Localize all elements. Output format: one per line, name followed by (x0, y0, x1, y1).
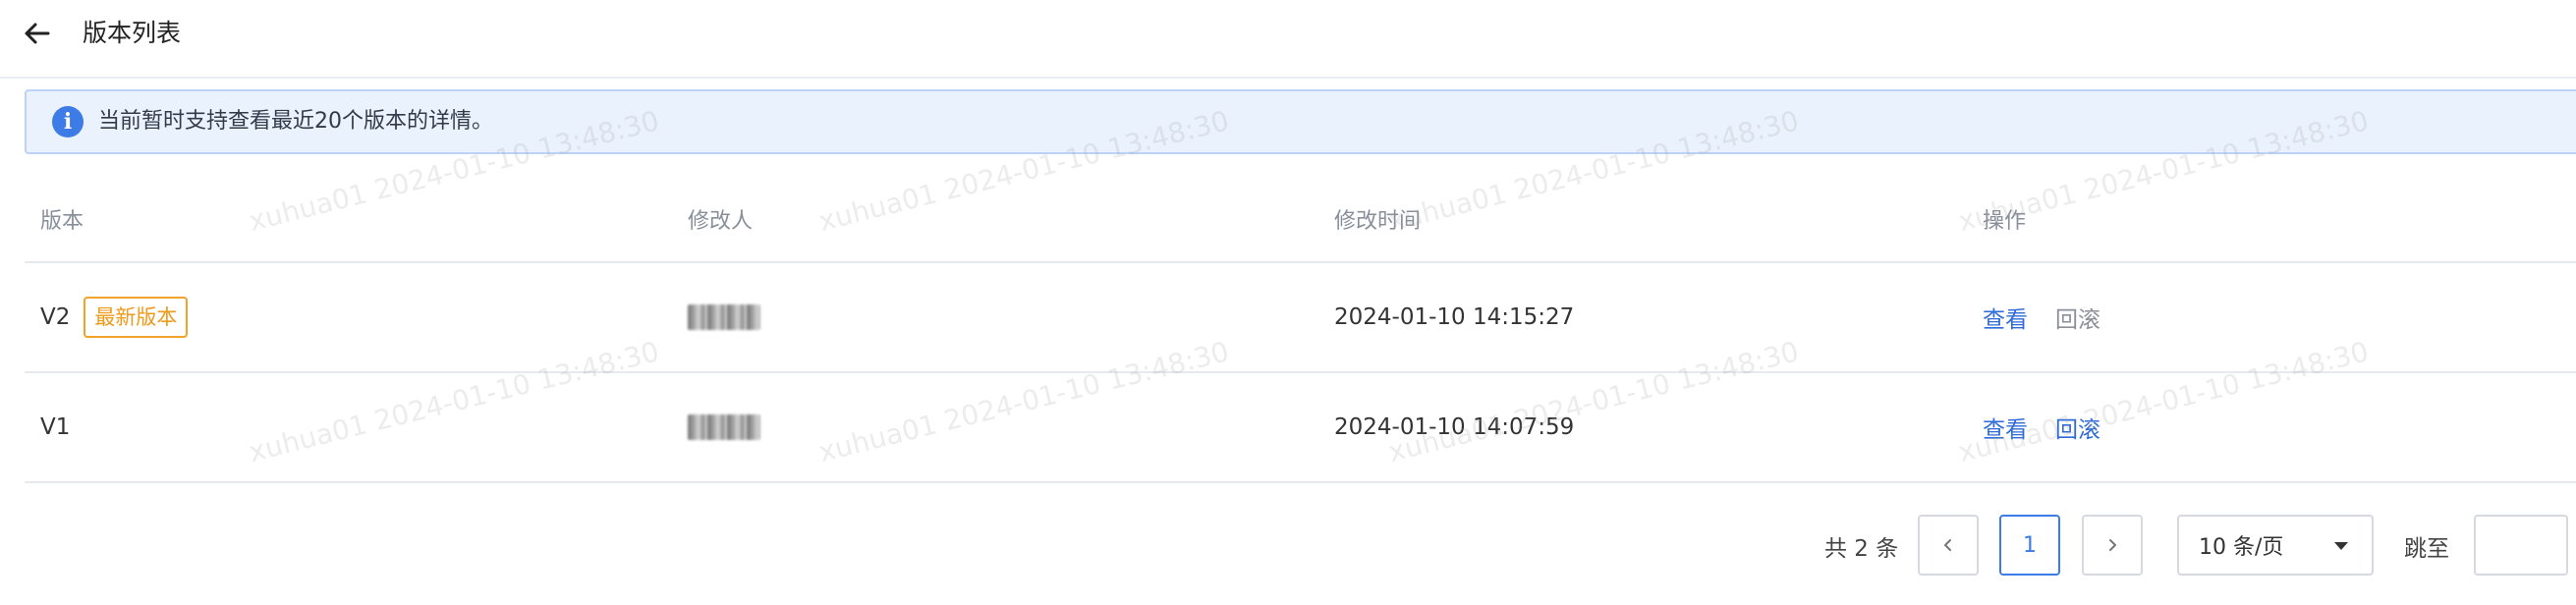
info-alert: i 当前暂时支持查看最近20个版本的详情。 (25, 89, 2576, 154)
column-header-modified-time: 修改时间 (1334, 209, 1422, 234)
jump-label: 跳至 (2404, 536, 2449, 562)
page-number-button[interactable]: 1 (1999, 515, 2060, 576)
next-page-button[interactable] (2082, 515, 2143, 576)
prev-page-button[interactable] (1918, 515, 1979, 576)
info-icon: i (52, 106, 84, 138)
rollback-button: 回滚 (2055, 307, 2100, 333)
redacted-modifier-name (688, 414, 760, 440)
modifier-cell (688, 263, 760, 371)
pagination: 共 2 条 1 10 条/页 跳至 (0, 515, 2576, 578)
total-count: 共 2 条 (1824, 536, 1899, 562)
modified-time-cell: 2024-01-10 14:15:27 (1334, 263, 1574, 371)
alert-text: 当前暂时支持查看最近20个版本的详情。 (98, 109, 493, 134)
arrow-left-icon (25, 23, 50, 44)
table-row: V1 2024-01-10 14:07:59 查看 回滚 (25, 373, 2576, 483)
version-table: 版本 修改人 修改时间 操作 V2 最新版本 2024-01-10 14:15:… (25, 177, 2576, 483)
back-button[interactable] (18, 14, 57, 53)
column-header-modifier: 修改人 (688, 209, 754, 234)
actions-cell: 查看 回滚 (1983, 373, 2128, 481)
page-size-value: 10 条/页 (2199, 535, 2284, 560)
table-row: V2 最新版本 2024-01-10 14:15:27 查看 回滚 (25, 263, 2576, 373)
chevron-right-icon (2109, 539, 2116, 551)
chevron-left-icon (1944, 539, 1951, 551)
version-label: V2 (40, 304, 71, 330)
modifier-cell (688, 373, 760, 481)
actions-cell: 查看 回滚 (1983, 263, 2128, 371)
version-label: V1 (40, 414, 71, 440)
jump-page-input[interactable] (2474, 515, 2568, 576)
column-header-actions: 操作 (1983, 209, 2027, 234)
page-title: 版本列表 (83, 19, 182, 47)
caret-down-icon (2334, 542, 2348, 550)
table-header: 版本 修改人 修改时间 操作 (25, 177, 2576, 263)
latest-version-tag: 最新版本 (84, 297, 189, 338)
modified-time-cell: 2024-01-10 14:07:59 (1334, 373, 1574, 481)
view-button[interactable]: 查看 (1983, 411, 2028, 444)
page-header: 版本列表 (0, 0, 2576, 79)
rollback-button[interactable]: 回滚 (2055, 411, 2100, 444)
column-header-version: 版本 (40, 209, 84, 234)
modified-time: 2024-01-10 14:15:27 (1334, 304, 1575, 330)
version-cell: V1 (40, 373, 70, 481)
modified-time: 2024-01-10 14:07:59 (1334, 414, 1575, 440)
version-cell: V2 最新版本 (40, 263, 189, 371)
page-size-select[interactable]: 10 条/页 (2177, 515, 2374, 576)
view-button[interactable]: 查看 (1983, 301, 2028, 334)
redacted-modifier-name (688, 304, 760, 330)
